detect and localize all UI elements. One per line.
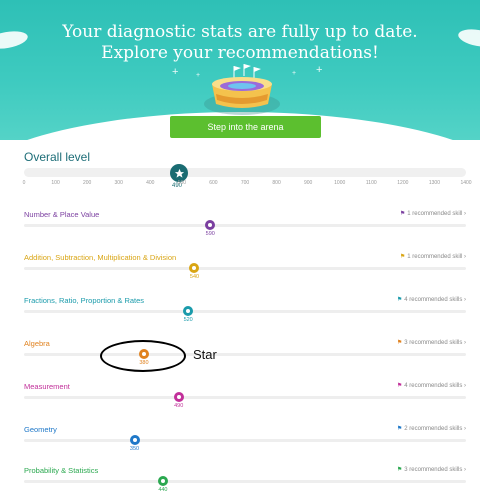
flag-icon: ⚑: [396, 383, 403, 389]
chevron-right-icon: ›: [462, 211, 466, 217]
domain-level-marker[interactable]: [129, 435, 140, 445]
banner-headline-line1: Your diagnostic stats are fully up to da…: [62, 22, 418, 42]
domain-name: Algebra: [24, 339, 50, 348]
domain-track: [24, 439, 466, 442]
flag-icon: ⚑: [399, 254, 406, 260]
overall-level-title: Overall level: [24, 150, 91, 164]
domain-score: 440: [158, 487, 168, 493]
recommended-skills-label: 4 recommended skills: [404, 297, 463, 303]
domain-name: Number & Place Value: [24, 210, 100, 219]
scale-tick-label: 1200: [397, 180, 409, 186]
recommended-skills-label: 3 recommended skills: [404, 340, 463, 346]
recommended-skills-label: 1 recommended skill: [407, 211, 463, 217]
sparkle-icon: +: [292, 70, 297, 77]
domain-level-marker[interactable]: [189, 263, 200, 273]
scale-tick-label: 1100: [365, 180, 377, 186]
scale-tick-label: 800: [272, 180, 281, 186]
recommended-skills-link[interactable]: ⚑ 4 recommended skills ›: [397, 382, 466, 389]
domain-row: Number & Place Value ⚑ 1 recommended skill…: [0, 210, 480, 254]
recommended-skills-label: 4 recommended skills: [404, 383, 463, 389]
domain-score: 350: [129, 446, 140, 452]
scale-tick-label: 700: [240, 180, 250, 186]
chevron-right-icon: ›: [462, 426, 466, 432]
domain-score: 590: [205, 231, 215, 237]
step-into-arena-button[interactable]: Step into the arena: [170, 116, 321, 138]
domain-level-marker[interactable]: [183, 306, 194, 316]
domain-track: [24, 396, 466, 399]
scale-tick-label: 500: [177, 180, 187, 186]
chevron-right-icon: ›: [462, 383, 466, 389]
scale-tick-label: 400: [146, 180, 155, 186]
recommended-skills-label: 3 recommended skills: [404, 467, 463, 473]
domain-level-marker[interactable]: [157, 476, 168, 486]
sparkle-icon: +: [316, 64, 323, 76]
domain-level-marker[interactable]: [173, 392, 184, 402]
domain-track: [24, 224, 466, 227]
domain-name: Geometry: [24, 425, 57, 434]
recommended-skills-label: 1 recommended skill: [407, 254, 463, 260]
domain-track: [24, 267, 466, 270]
scale-tick-label: 100: [51, 180, 60, 186]
domain-score: 520: [183, 317, 193, 323]
recommended-skills-link[interactable]: ⚑ 1 recommended skill ›: [400, 210, 466, 217]
flag-icon: ⚑: [396, 467, 403, 473]
domain-row: Geometry ⚑ 2 recommended skills › 350: [0, 425, 480, 469]
domain-row: Addition, Subtraction, Multiplication & …: [0, 253, 480, 297]
flag-icon: ⚑: [396, 297, 403, 303]
scale-tick-label: 1400: [460, 180, 472, 186]
diagnostic-banner: Your diagnostic stats are fully up to da…: [0, 0, 480, 140]
banner-headline-line2: Explore your recommendations!: [101, 43, 379, 63]
recommended-skills-link[interactable]: ⚑ 3 recommended skills ›: [397, 339, 466, 346]
domain-row: Probability & Statistics ⚑ 3 recommended s…: [0, 466, 480, 493]
scale-tick-label: 600: [209, 180, 218, 186]
recommended-skills-label: 2 recommended skills: [404, 426, 463, 432]
domain-row: Algebra ⚑ 3 recommended skills › 380: [0, 339, 480, 383]
overall-level-track: [24, 168, 466, 177]
scale-tick-label: 900: [303, 180, 313, 186]
recommended-skills-link[interactable]: ⚑ 1 recommended skill ›: [400, 253, 466, 260]
overall-level-scale: 0 100 200 300 400 500 600 700 800 900 1000 1100 1200…: [22, 180, 472, 188]
star-icon: [174, 168, 184, 178]
chevron-right-icon: ›: [462, 254, 466, 260]
recommended-skills-link[interactable]: ⚑ 3 recommended skills ›: [397, 466, 466, 473]
arena-icon: [204, 64, 280, 115]
sparkle-icon: +: [172, 66, 179, 78]
domain-row: Measurement ⚑ 4 recommended skills › 490: [0, 382, 480, 426]
flag-icon: ⚑: [396, 340, 403, 346]
chevron-right-icon: ›: [462, 467, 466, 473]
chevron-right-icon: ›: [462, 297, 466, 303]
domain-track: [24, 480, 466, 483]
domain-name: Probability & Statistics: [24, 466, 99, 475]
domain-score: 490: [174, 403, 184, 409]
scale-tick-label: 300: [114, 180, 123, 186]
domain-track: [24, 310, 466, 313]
domain-score: 540: [189, 274, 200, 280]
domain-name: Addition, Subtraction, Multiplication & …: [24, 253, 177, 262]
flag-icon: ⚑: [399, 211, 406, 217]
domain-track: [24, 353, 466, 356]
domain-name: Measurement: [24, 382, 70, 391]
chevron-right-icon: ›: [462, 340, 466, 346]
scale-tick-label: 200: [82, 180, 92, 186]
domain-name: Fractions, Ratio, Proportion & Rates: [24, 296, 145, 305]
domain-level-marker[interactable]: [205, 220, 216, 230]
scale-tick-label: 0: [22, 180, 26, 186]
recommended-skills-link[interactable]: ⚑ 4 recommended skills ›: [397, 296, 466, 303]
scale-tick-label: 1300: [428, 180, 440, 186]
annotation-label: Star: [193, 347, 217, 362]
domain-row: Fractions, Ratio, Proportion & Rates ⚑ 4 r…: [0, 296, 480, 340]
annotation-ellipse: [100, 340, 186, 372]
scale-tick-label: 1000: [334, 180, 346, 186]
banner-headline: Your diagnostic stats are fully up to da…: [0, 22, 480, 64]
recommended-skills-link[interactable]: ⚑ 2 recommended skills ›: [397, 425, 466, 432]
flag-icon: ⚑: [396, 426, 403, 432]
